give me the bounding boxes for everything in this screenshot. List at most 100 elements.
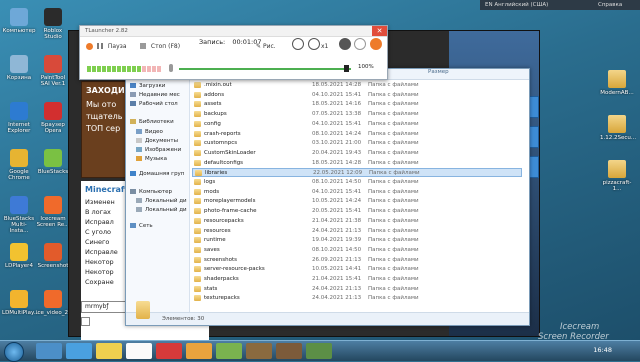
file-row[interactable]: screenshots 26.09.2021 21:13 Папка с файла… [192,256,522,265]
desktop-icon-label: Браузер Opera [41,122,65,134]
column-size[interactable]: Размер [428,69,449,75]
file-name: shaderpacks [204,276,239,282]
desktop-icon[interactable]: ice_video_2... [36,290,73,316]
file-row[interactable]: .mixin.out 18.05.2021 14:28 Папка с файлам… [192,81,522,90]
file-row[interactable]: mods 04.10.2021 15:41 Папка с файлами [192,188,522,197]
desktop-icon[interactable]: Корзина [2,55,36,81]
file-type: Папка с файлами [368,256,419,263]
stop-button[interactable]: Стоп (F8) [140,43,180,50]
desktop-icon[interactable]: Screenshot [36,243,70,269]
taskbar-folder[interactable] [96,343,122,359]
app-icon [44,196,62,214]
file-row[interactable]: server-resource-packs 10.05.2021 14:41 Пап… [192,265,522,274]
file-row[interactable]: assets 18.05.2021 14:16 Папка с файлами [192,100,522,109]
file-row[interactable]: libraries 22.05.2021 12:09 Папка с файлами [192,168,522,178]
file-row[interactable]: photo-frame-cache 20.05.2021 15:41 Папка с… [192,207,522,216]
taskbar-ie[interactable] [66,343,92,359]
nav-item[interactable]: Локальный ди [136,198,187,204]
nav-item[interactable]: Домашняя груп [130,171,184,177]
file-name: resources [204,227,231,234]
file-row[interactable]: saves 08.10.2021 14:50 Папка с файлами [192,246,522,255]
taskbar-explorer[interactable] [36,343,62,359]
file-date: 10.05.2021 14:41 [312,266,362,273]
desktop-icon[interactable]: LDMultiPlay... [2,290,39,316]
nav-item-label: Документы [145,138,178,144]
nav-item[interactable]: Недавние мес [130,92,180,98]
folder-icon [194,101,201,108]
mic-icon[interactable] [169,64,173,72]
desktop-icon[interactable]: Google Chrome [2,149,36,181]
desktop-icon[interactable]: PaintTool SAI Ver.1 [36,55,70,87]
desktop-icon-pizzacraft[interactable]: pizzacraft-1... [600,160,634,192]
zoom-out-icon[interactable] [308,38,320,50]
file-row[interactable]: defaultconfigs 18.05.2021 14:28 Папка с фа… [192,159,522,168]
help-label[interactable]: Справка [598,2,622,8]
nav-item-label: Локальный ди [145,198,187,204]
desktop-icon[interactable]: BlueStacks Multi-Insta... [2,196,36,234]
nav-item[interactable]: Документы [136,138,178,144]
desktop-icon[interactable]: Roblox Studio [36,8,70,40]
file-row[interactable]: addons 04.10.2021 15:41 Папка с файлами [192,91,522,100]
nav-item[interactable]: Компьютер [130,189,172,195]
desktop-icon[interactable]: Браузер Opera [36,102,70,134]
file-row[interactable]: resourcepacks 21.04.2021 21:38 Папка с фай… [192,217,522,226]
nav-item[interactable]: Локальный ди [136,207,187,213]
file-row[interactable]: CustomSkinLoader 20.04.2021 19:43 Папка с … [192,149,522,158]
file-row[interactable]: texturepacks 24.04.2021 21:13 Папка с файл… [192,294,522,303]
volume-slider[interactable] [179,68,351,70]
nav-item[interactable]: Библиотеки [130,119,174,125]
desktop-icon[interactable]: Icecream Screen Re... [36,196,70,228]
taskbar-bluestacks[interactable] [216,343,242,359]
zoom-icon[interactable] [292,38,304,50]
file-row[interactable]: stats 24.04.2021 21:13 Папка с файлами [192,285,522,294]
file-row[interactable]: customnpcs 03.10.2021 21:00 Папка с файлам… [192,139,522,148]
speaker-icon[interactable] [354,38,366,50]
taskbar-opera[interactable] [156,343,182,359]
taskbar-app[interactable] [186,343,212,359]
nav-item[interactable]: Загрузки [130,83,165,89]
draw-button[interactable]: ✎ Рис. [256,43,276,50]
desktop-icon-1122secu[interactable]: 1.12.2Secu... [600,115,636,141]
nav-item-label: Изображени [145,147,182,153]
desktop-icon[interactable]: LDPlayer4 [2,243,36,269]
desktop-icon-modernab[interactable]: ModernAB... [600,70,634,96]
file-row[interactable]: shaderpacks 21.04.2021 15:41 Папка с файла… [192,275,522,284]
nav-item[interactable]: Музыка [136,156,167,162]
nav-item[interactable]: Изображени [136,147,181,153]
recorder-app-title: TLauncher 2.82 [85,28,128,34]
pause-button-label[interactable]: Пауза [97,43,127,50]
nav-item[interactable]: Рабочий стол [130,101,178,107]
volume-slider-handle[interactable] [343,65,349,72]
taskbar-minecraft-2[interactable] [306,343,332,359]
file-row[interactable]: moreplayermodels 10.05.2021 14:24 Папка с … [192,197,522,206]
pause-label: Пауза [107,43,127,50]
folder-icon [194,237,201,244]
taskbar-minecraft[interactable] [246,343,272,359]
clock[interactable]: 16:48 [593,346,612,354]
close-button[interactable]: ✕ [372,26,387,36]
language-bar[interactable]: EN Английский (США) Справка [480,0,640,10]
pause-button[interactable] [86,43,96,51]
file-row[interactable]: backups 07.05.2021 13:38 Папка с файлами [192,110,522,119]
username-value: mrmybƒ [85,303,109,310]
taskbar-launcher[interactable] [276,343,302,359]
start-button[interactable] [4,342,24,362]
desktop-icon[interactable]: BlueStacks [36,149,70,175]
account-checkbox[interactable]: Аккаунт [81,317,121,327]
file-row[interactable]: logs 08.10.2021 14:50 Папка с файлами [192,178,522,187]
desktop-icon[interactable]: Internet Explorer [2,102,36,134]
nav-item[interactable]: Сеть [130,223,153,229]
file-date: 21.04.2021 15:41 [312,276,362,282]
taskbar-chrome[interactable] [126,343,152,359]
webcam-icon[interactable] [339,38,351,50]
language-label[interactable]: EN Английский (США) [485,2,548,8]
desktop-icon[interactable]: Компьютер [2,8,36,34]
file-row[interactable]: crash-reports 08.10.2021 14:24 Папка с фай… [192,130,522,139]
file-row[interactable]: config 04.10.2021 15:41 Папка с файлами [192,120,522,129]
nav-item[interactable]: Видео [136,129,163,135]
app-icon [10,149,28,167]
file-row[interactable]: runtime 19.04.2021 19:39 Папка с файлами [192,236,522,245]
file-row[interactable]: resources 24.04.2021 21:13 Папка с файлами [192,227,522,236]
recorder-titlebar[interactable]: TLauncher 2.82 [80,26,387,37]
microphone-icon[interactable] [370,38,382,50]
